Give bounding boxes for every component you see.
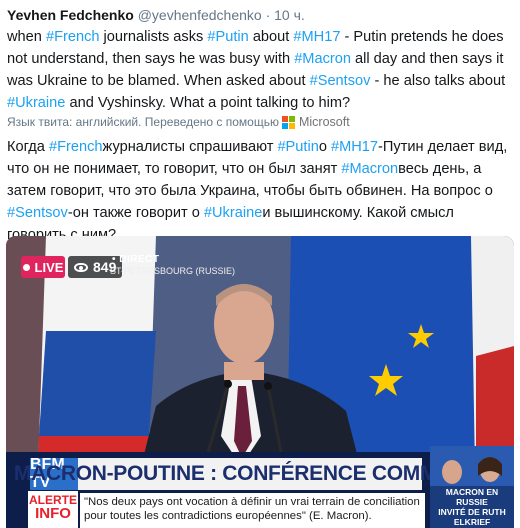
hashtag-link[interactable]: #Sentsov — [310, 73, 371, 89]
hashtag-link[interactable]: #French — [46, 29, 100, 45]
text-segment: Когда — [7, 139, 49, 155]
inset-caption: MACRON EN RUSSIE INVITÉ DE RUTH ELKRIEF — [430, 486, 514, 528]
tweet-time[interactable]: 10 ч. — [274, 7, 305, 23]
hashtag-link[interactable]: #Putin — [277, 139, 318, 155]
text-segment: о — [318, 139, 331, 155]
text-segment: журналисты спрашивают — [102, 139, 278, 155]
text-segment: and Vyshinsky. What a point talking to h… — [65, 95, 351, 111]
text-segment: -он также говорит о — [67, 205, 204, 221]
broadcast-quote: "Nos deux pays ont vocation à définir un… — [80, 493, 425, 528]
text-segment: about — [248, 29, 294, 45]
tweet-header: Yevhen Fedchenko @yevhenfedchenko · 10 ч… — [7, 6, 305, 24]
tweet-text-translated: Когда #Frenchжурналисты спрашивают #Puti… — [7, 136, 513, 246]
inset-caption-line-2: INVITÉ DE RUTH ELKRIEF — [438, 507, 506, 527]
text-segment: when — [7, 29, 46, 45]
live-badge: LIVE — [21, 256, 65, 278]
hashtag-link[interactable]: #MH17 — [331, 139, 378, 155]
microsoft-logo-icon — [281, 115, 295, 129]
translator-name[interactable]: Microsoft — [299, 114, 350, 130]
alert-bottom: INFO — [35, 505, 71, 522]
location-label: ST-PETERSBOURG (RUSSIE) — [110, 266, 236, 276]
author-name[interactable]: Yevhen Fedchenko — [7, 7, 134, 23]
eye-icon — [74, 262, 88, 272]
live-label: LIVE — [34, 259, 64, 275]
hashtag-link[interactable]: #Ukraine — [204, 205, 262, 221]
hashtag-link[interactable]: #MH17 — [293, 29, 340, 45]
direct-label: • DIRECT — [112, 254, 160, 265]
inset-caption-line-1: MACRON EN RUSSIE — [445, 487, 499, 507]
text-segment: - he also talks about — [370, 73, 506, 89]
hashtag-link[interactable]: #French — [49, 139, 103, 155]
author-handle[interactable]: @yevhenfedchenko — [138, 7, 262, 23]
alerte-info-badge: ALERTE INFO — [28, 491, 78, 528]
hashtag-link[interactable]: #Macron — [294, 51, 351, 67]
tweet-text-original: when #French journalists asks #Putin abo… — [7, 26, 513, 114]
text-segment: journalists asks — [99, 29, 208, 45]
broadcast-headline: MACRON-POUTINE : CONFÉRENCE COMMUNE. — [14, 458, 486, 490]
hashtag-link[interactable]: #Putin — [207, 29, 248, 45]
separator-dot: · — [265, 7, 271, 23]
inset-thumbnail: MACRON EN RUSSIE INVITÉ DE RUTH ELKRIEF — [430, 446, 514, 528]
live-dot-icon — [22, 263, 30, 271]
video-player[interactable]: LIVE 849 • DIRECT ST-PETERSBOURG (RUSSIE… — [6, 236, 514, 528]
hashtag-link[interactable]: #Sentsov — [7, 205, 68, 221]
hashtag-link[interactable]: #Ukraine — [7, 95, 65, 111]
translation-note-text: Язык твита: английский. Переведено с пом… — [7, 115, 279, 129]
translation-note: Язык твита: английский. Переведено с пом… — [7, 114, 350, 130]
hashtag-link[interactable]: #Macron — [341, 161, 398, 177]
